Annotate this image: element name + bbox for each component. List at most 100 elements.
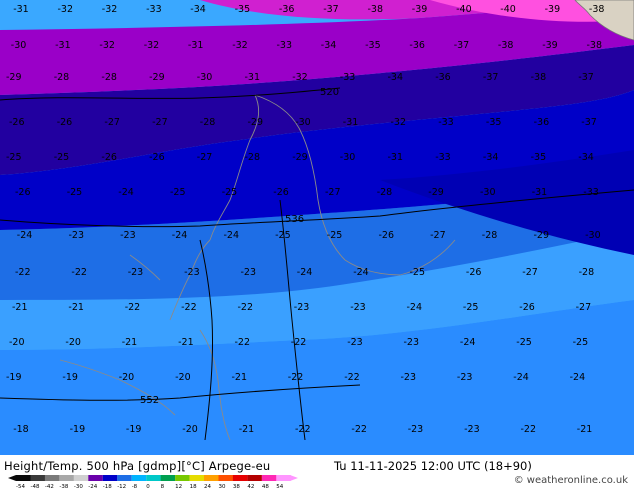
temperature-label: -34 xyxy=(578,152,594,163)
temperature-label: -26 xyxy=(273,187,289,198)
temperature-label: -39 xyxy=(412,4,428,15)
temperature-label: -28 xyxy=(377,187,393,198)
scale-label: -12 xyxy=(117,484,126,489)
temperature-label: -25 xyxy=(516,337,532,348)
temperature-label: -31 xyxy=(388,152,404,163)
scale-label: -42 xyxy=(45,484,54,489)
temperature-label: -23 xyxy=(128,267,144,278)
scale-swatch xyxy=(276,475,291,481)
temperature-label: -33 xyxy=(340,72,356,83)
weather-map: -31 -32 -32 -33 -34 -35 -36 -37 -38 -39 -40 -40 -39 -… xyxy=(0,0,634,455)
temperature-label: -29 xyxy=(248,117,264,128)
temperature-label: -33 xyxy=(146,4,162,15)
temperature-label: -20 xyxy=(65,337,81,348)
valid-time: Tu 11-11-2025 12:00 UTC (18+90) xyxy=(334,459,532,473)
temperature-label: -22 xyxy=(295,424,311,435)
temperature-label: -29 xyxy=(428,187,444,198)
temperature-label: -37 xyxy=(323,4,339,15)
temperature-label: -23 xyxy=(241,267,257,278)
scale-label: -24 xyxy=(88,484,97,489)
temperature-label: -35 xyxy=(486,117,502,128)
temperature-label: -27 xyxy=(325,187,341,198)
temperature-label: -33 xyxy=(277,40,293,51)
temperature-label: -32 xyxy=(292,72,308,83)
map-footer: Height/Temp. 500 hPa [gdmp][°C] Arpege-e… xyxy=(0,455,634,490)
temperature-bands xyxy=(0,0,634,455)
scale-right-arrow xyxy=(290,475,298,481)
credit-text[interactable]: © weatheronline.co.uk xyxy=(514,475,628,486)
temperature-label: -27 xyxy=(104,117,120,128)
temperature-label: -25 xyxy=(463,302,479,313)
temperature-label: -24 xyxy=(353,267,369,278)
temperature-label: -33 xyxy=(435,152,451,163)
temperature-label: -25 xyxy=(54,152,70,163)
temperature-label: -28 xyxy=(482,230,498,241)
contour-label: 536 xyxy=(285,214,304,225)
temperature-label: -22 xyxy=(125,302,141,313)
temperature-label: -21 xyxy=(232,372,248,383)
scale-swatch xyxy=(189,475,205,481)
temperature-label: -34 xyxy=(483,152,499,163)
temperature-label: -37 xyxy=(581,117,597,128)
scale-label: -8 xyxy=(132,484,138,489)
temperature-label: -37 xyxy=(454,40,470,51)
temperature-label: -21 xyxy=(239,424,255,435)
temperature-label: -28 xyxy=(579,267,595,278)
temperature-label: -23 xyxy=(401,372,417,383)
temperature-label: -22 xyxy=(181,302,197,313)
temperature-label: -38 xyxy=(589,4,605,15)
temperature-label: -26 xyxy=(519,302,535,313)
scale-label: -48 xyxy=(31,484,40,489)
map-title: Height/Temp. 500 hPa [gdmp][°C] Arpege-e… xyxy=(4,459,271,473)
temperature-label: -20 xyxy=(175,372,191,383)
copyright-symbol: © xyxy=(513,475,524,486)
contour-label: 520 xyxy=(320,87,339,98)
temperature-label: -23 xyxy=(408,424,424,435)
temperature-label: -25 xyxy=(67,187,83,198)
temperature-label: -28 xyxy=(101,72,117,83)
temperature-label: -29 xyxy=(534,230,550,241)
temperature-label: -32 xyxy=(391,117,407,128)
temperature-label: -31 xyxy=(55,40,71,51)
temperature-label: -26 xyxy=(15,187,31,198)
temperature-label: -20 xyxy=(9,337,25,348)
scale-swatch xyxy=(88,475,103,481)
temperature-label: -24 xyxy=(407,302,423,313)
temperature-label: -27 xyxy=(430,230,446,241)
temperature-label: -28 xyxy=(54,72,70,83)
scale-swatch xyxy=(44,475,60,481)
temperature-label: -25 xyxy=(6,152,22,163)
temperature-label: -36 xyxy=(435,72,451,83)
temperature-label: -22 xyxy=(71,267,87,278)
scale-label: -54 xyxy=(16,484,25,489)
temperature-label: -32 xyxy=(232,40,248,51)
temperature-label: -22 xyxy=(291,337,307,348)
scale-swatch xyxy=(16,475,31,481)
temperature-label: -27 xyxy=(522,267,538,278)
temperature-label: -26 xyxy=(466,267,482,278)
temperature-label: -23 xyxy=(184,267,200,278)
temperature-label: -33 xyxy=(583,187,599,198)
temperature-label: -23 xyxy=(120,230,136,241)
color-scale-legend: -54 -48 -42 -38 -30 -24 -18 -12 -8 0 8 12 18 24 30 38 42… xyxy=(8,475,298,489)
scale-swatch xyxy=(175,475,190,481)
temperature-label: -19 xyxy=(62,372,78,383)
temperature-label: -22 xyxy=(235,337,251,348)
temperature-label: -30 xyxy=(295,117,311,128)
scale-left-arrow xyxy=(8,475,16,481)
temperature-label: -29 xyxy=(6,72,22,83)
temperature-label: -30 xyxy=(480,187,496,198)
temperature-label: -25 xyxy=(170,187,186,198)
temperature-label: -19 xyxy=(6,372,22,383)
temperature-label: -34 xyxy=(321,40,337,51)
temperature-label: -25 xyxy=(222,187,238,198)
temperature-label: -19 xyxy=(70,424,86,435)
scale-label: 12 xyxy=(175,484,182,489)
temperature-label: -25 xyxy=(573,337,589,348)
temperature-label: -19 xyxy=(126,424,142,435)
temperature-label: -30 xyxy=(340,152,356,163)
temperature-label: -36 xyxy=(409,40,425,51)
credit-link[interactable]: weatheronline.co.uk xyxy=(527,475,628,486)
temperature-label: -31 xyxy=(188,40,204,51)
temperature-label: -24 xyxy=(570,372,586,383)
